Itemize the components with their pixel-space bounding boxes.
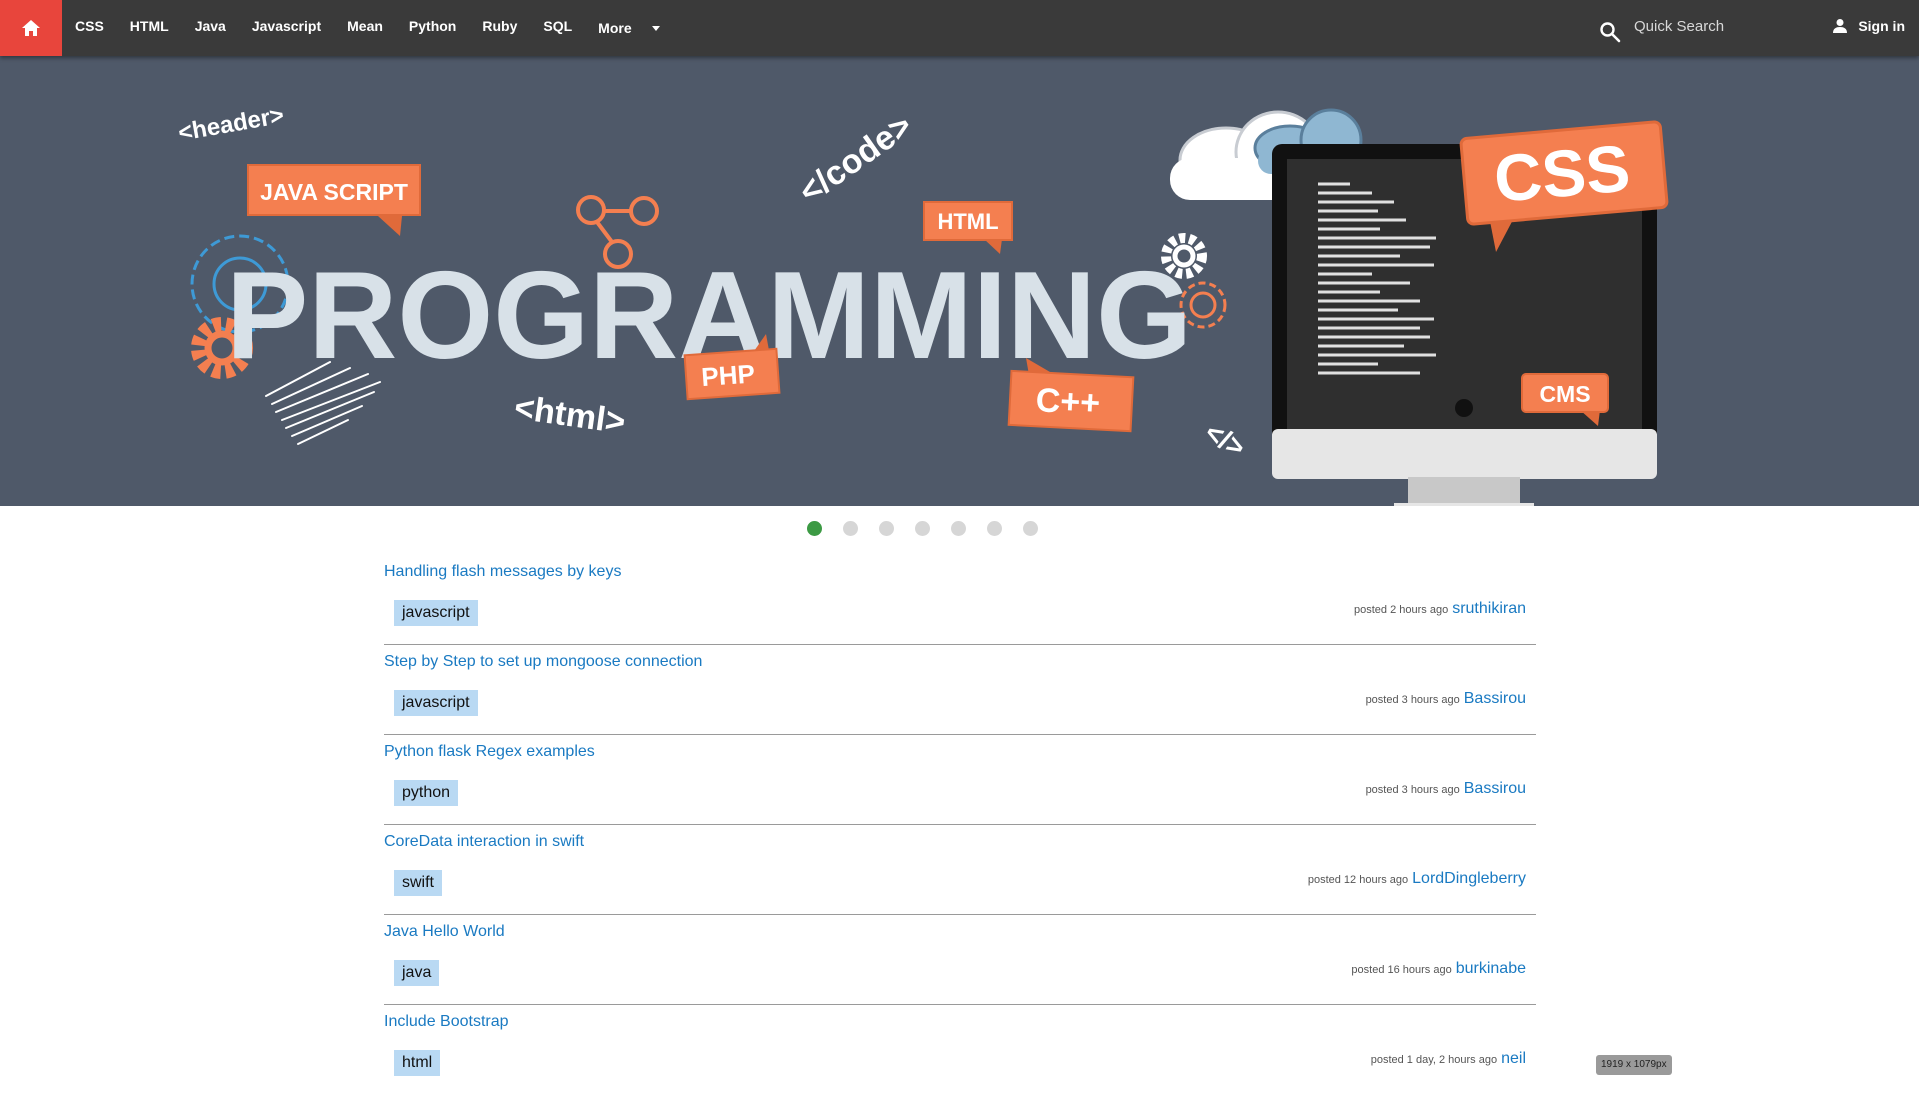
chevron-down-icon: [651, 25, 660, 31]
posts-list: Handling flash messages by keys javascri…: [384, 555, 1536, 1095]
post-meta: posted 1 day, 2 hours ago neil: [1371, 1050, 1526, 1068]
nav-more-dropdown[interactable]: More: [585, 0, 672, 56]
post-author-link[interactable]: Bassirou: [1464, 780, 1526, 798]
carousel-dot-5[interactable]: [951, 521, 966, 536]
javascript-bubble-text: JAVA SCRIPT: [260, 179, 408, 205]
sign-in-button[interactable]: Sign in: [1832, 0, 1905, 56]
css-bubble-text: CSS: [1491, 130, 1633, 216]
carousel-dot-1[interactable]: [807, 521, 822, 536]
post-meta: posted 2 hours ago sruthikiran: [1354, 600, 1526, 618]
post-meta: posted 3 hours ago Bassirou: [1366, 690, 1526, 708]
hero-banner[interactable]: <header> </code> <html> </> JAVA SCRIPT …: [0, 56, 1919, 506]
carousel-dot-4[interactable]: [915, 521, 930, 536]
post-title-link[interactable]: Java Hello World: [384, 923, 505, 941]
nav-item-javascript[interactable]: Javascript: [239, 0, 334, 56]
list-item: CoreData interaction in swift swift post…: [384, 825, 1536, 915]
post-author-link[interactable]: sruthikiran: [1452, 600, 1526, 618]
list-item: Java Hello World java posted 16 hours ag…: [384, 915, 1536, 1005]
header-tag-text: <header>: [176, 102, 286, 147]
post-timestamp: posted 3 hours ago: [1365, 784, 1460, 796]
main-nav: CSS HTML Java Javascript Mean Python Rub…: [62, 0, 673, 56]
post-title-link[interactable]: CoreData interaction in swift: [384, 833, 584, 851]
post-timestamp: posted 1 day, 2 hours ago: [1370, 1054, 1498, 1066]
post-tag-badge[interactable]: html: [394, 1050, 441, 1076]
post-author-link[interactable]: burkinabe: [1456, 960, 1526, 978]
nav-item-java[interactable]: Java: [182, 0, 239, 56]
post-timestamp: posted 16 hours ago: [1351, 964, 1452, 976]
list-item: Python flask Regex examples python poste…: [384, 735, 1536, 825]
list-item: Step by Step to set up mongoose connecti…: [384, 645, 1536, 735]
list-item: Handling flash messages by keys javascri…: [384, 555, 1536, 645]
top-navbar: CSS HTML Java Javascript Mean Python Rub…: [0, 0, 1919, 56]
html-tag-text: <html>: [512, 388, 628, 441]
post-timestamp: posted 2 hours ago: [1354, 604, 1449, 616]
carousel-dot-7[interactable]: [1023, 521, 1038, 536]
post-tag-badge[interactable]: java: [394, 960, 440, 986]
code-tag-text: </code>: [792, 106, 919, 211]
javascript-bubble: JAVA SCRIPT: [247, 164, 421, 236]
post-timestamp: posted 12 hours ago: [1307, 874, 1409, 886]
user-icon: [1833, 19, 1848, 33]
home-icon: [22, 20, 40, 36]
list-item: Include Bootstrap html posted 1 day, 2 h…: [384, 1005, 1536, 1095]
nav-item-sql[interactable]: SQL: [530, 0, 585, 56]
carousel-dot-6[interactable]: [987, 521, 1002, 536]
nav-more-label: More: [598, 20, 632, 36]
post-tag-badge[interactable]: swift: [394, 870, 442, 896]
post-author-link[interactable]: neil: [1501, 1050, 1526, 1068]
post-author-link[interactable]: Bassirou: [1464, 690, 1526, 708]
hero-illustration: <header> </code> <html> </> JAVA SCRIPT …: [176, 102, 1669, 506]
php-bubble-text: PHP: [700, 358, 755, 392]
post-meta: posted 12 hours ago LordDingleberry: [1308, 870, 1526, 888]
nav-item-python[interactable]: Python: [396, 0, 469, 56]
post-title-link[interactable]: Step by Step to set up mongoose connecti…: [384, 653, 702, 671]
post-author-link[interactable]: LordDingleberry: [1412, 870, 1526, 888]
quick-search: [1598, 0, 1814, 56]
post-meta: posted 3 hours ago Bassirou: [1366, 780, 1526, 798]
home-button[interactable]: [0, 0, 62, 56]
search-input[interactable]: [1634, 11, 1814, 41]
search-icon[interactable]: [1598, 20, 1622, 44]
window-size-badge: 1919 x 1079px: [1596, 1055, 1672, 1075]
sign-in-label: Sign in: [1858, 18, 1905, 34]
post-title-link[interactable]: Python flask Regex examples: [384, 743, 595, 761]
nav-item-ruby[interactable]: Ruby: [469, 0, 530, 56]
nav-item-html[interactable]: HTML: [117, 0, 182, 56]
cpp-bubble-text: C++: [1035, 381, 1101, 422]
close-tag-text: </>: [1200, 416, 1251, 463]
post-tag-badge[interactable]: javascript: [394, 600, 478, 626]
html-bubble-text: HTML: [937, 209, 998, 234]
post-title-link[interactable]: Include Bootstrap: [384, 1013, 509, 1031]
nav-item-mean[interactable]: Mean: [334, 0, 396, 56]
post-tag-badge[interactable]: javascript: [394, 690, 478, 716]
nav-item-css[interactable]: CSS: [62, 0, 117, 56]
carousel-dot-3[interactable]: [879, 521, 894, 536]
cms-bubble-text: CMS: [1539, 381, 1590, 407]
post-timestamp: posted 3 hours ago: [1365, 694, 1460, 706]
carousel-indicators: [0, 521, 1919, 536]
post-tag-badge[interactable]: python: [394, 780, 459, 806]
post-title-link[interactable]: Handling flash messages by keys: [384, 563, 621, 581]
carousel-dot-2[interactable]: [843, 521, 858, 536]
post-meta: posted 16 hours ago burkinabe: [1351, 960, 1526, 978]
